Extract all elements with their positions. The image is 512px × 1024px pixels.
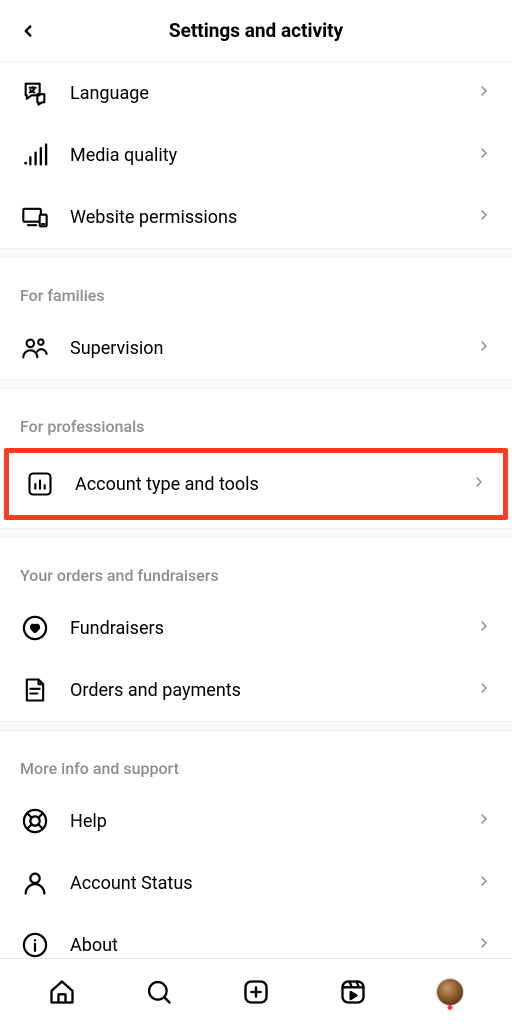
row-label-fundraisers: Fundraisers [70,618,476,639]
supervision-icon [20,333,50,363]
chevron-right-icon [471,474,487,494]
section-gap [0,721,512,731]
section-header-professionals: For professionals [0,389,512,448]
plus-square-icon [242,978,270,1006]
chevron-right-icon [476,338,492,358]
nav-create[interactable] [236,972,276,1012]
bottom-nav [0,958,512,1024]
fundraisers-icon [20,613,50,643]
row-about[interactable]: About [0,914,512,958]
row-account-status[interactable]: Account Status [0,852,512,914]
row-help[interactable]: Help [0,790,512,852]
row-label-supervision: Supervision [70,338,476,359]
section-header-orders: Your orders and fundraisers [0,538,512,597]
search-icon [145,978,173,1006]
devices-icon [20,202,50,232]
cellular-bars-icon [20,140,50,170]
row-label-orders-payments: Orders and payments [70,680,476,701]
nav-home[interactable] [42,972,82,1012]
receipt-icon [20,675,50,705]
home-icon [48,978,76,1006]
section-gap [0,379,512,389]
language-icon [20,78,50,108]
nav-search[interactable] [139,972,179,1012]
row-language[interactable]: Language [0,62,512,124]
chevron-right-icon [476,83,492,103]
section-header-families: For families [0,258,512,317]
row-label-about: About [70,935,476,956]
row-label-media-quality: Media quality [70,145,476,166]
row-account-type-tools[interactable]: Account type and tools [9,453,503,515]
chevron-right-icon [476,811,492,831]
page-title: Settings and activity [14,19,498,42]
highlight-box: Account type and tools [4,448,508,520]
back-button[interactable] [10,13,46,49]
chevron-right-icon [476,935,492,955]
chevron-right-icon [476,207,492,227]
row-label-account-type: Account type and tools [75,474,471,495]
row-supervision[interactable]: Supervision [0,317,512,379]
notification-dot [447,1005,452,1010]
reels-icon [339,978,367,1006]
chevron-right-icon [476,680,492,700]
row-website-permissions[interactable]: Website permissions [0,186,512,248]
chevron-right-icon [476,145,492,165]
row-media-quality[interactable]: Media quality [0,124,512,186]
nav-profile[interactable] [430,972,470,1012]
section-gap [0,248,512,258]
row-orders-payments[interactable]: Orders and payments [0,659,512,721]
row-label-website-permissions: Website permissions [70,207,476,228]
insights-icon [25,469,55,499]
info-icon [20,930,50,958]
avatar [436,978,464,1006]
account-status-icon [20,868,50,898]
nav-reels[interactable] [333,972,373,1012]
row-fundraisers[interactable]: Fundraisers [0,597,512,659]
row-label-account-status: Account Status [70,873,476,894]
section-header-info-support: More info and support [0,731,512,790]
header: Settings and activity [0,0,512,62]
row-label-language: Language [70,83,476,104]
chevron-right-icon [476,873,492,893]
chevron-left-icon [19,22,37,40]
section-gap [0,528,512,538]
chevron-right-icon [476,618,492,638]
row-label-help: Help [70,811,476,832]
help-icon [20,806,50,836]
